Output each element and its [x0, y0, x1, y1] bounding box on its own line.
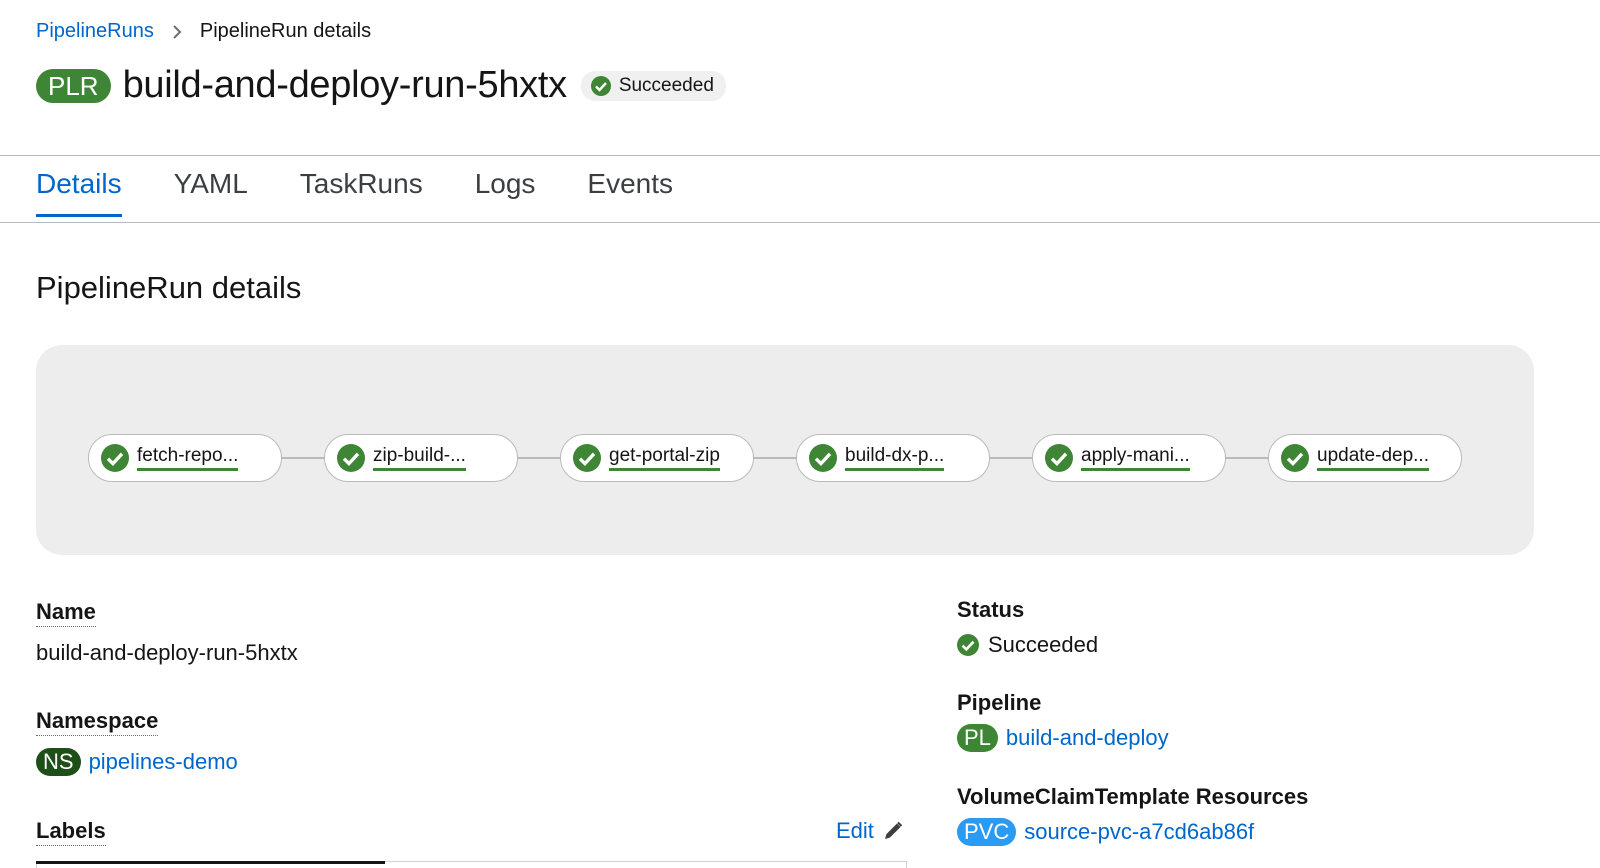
breadcrumb: PipelineRuns PipelineRun details: [36, 20, 371, 43]
vct-value: PVC source-pvc-a7cd6ab86f: [957, 818, 1254, 846]
edit-label: Edit: [836, 818, 874, 843]
breadcrumb-current: PipelineRun details: [199, 20, 372, 42]
tab-taskruns[interactable]: TaskRuns: [300, 168, 423, 217]
pipeline-task-list: fetch-repo... zip-build-... get-portal-z…: [88, 434, 1462, 482]
name-value: build-and-deploy-run-5hxtx: [36, 640, 298, 665]
status-label: Status: [957, 597, 1025, 622]
check-circle-icon: [957, 634, 979, 656]
namespace-label: Namespace: [36, 708, 159, 736]
status-badge-label: Succeeded: [618, 74, 714, 96]
divider: [0, 155, 1600, 156]
namespace-link[interactable]: pipelines-demo: [89, 749, 238, 775]
task-node-label: get-portal-zip: [609, 445, 720, 471]
status-text: Succeeded: [988, 632, 1099, 657]
check-circle-icon: [809, 444, 837, 472]
pipeline-graph: fetch-repo... zip-build-... get-portal-z…: [36, 345, 1534, 555]
section-title: PipelineRun details: [36, 270, 302, 305]
task-node-label: zip-build-...: [373, 445, 466, 471]
pipeline-value: PL build-and-deploy: [957, 724, 1169, 752]
page-title: build-and-deploy-run-5hxtx: [122, 64, 568, 106]
task-connector: [1226, 457, 1268, 459]
pencil-icon: [884, 821, 903, 839]
task-node-label: fetch-repo...: [137, 445, 239, 471]
labels-input-accent: [36, 861, 385, 864]
check-circle-icon: [573, 444, 601, 472]
namespace-badge: NS: [36, 748, 81, 776]
pvc-badge: PVC: [957, 818, 1017, 846]
pipeline-link[interactable]: build-and-deploy: [1006, 725, 1169, 751]
task-node-label: update-dep...: [1317, 445, 1429, 471]
task-node-update-deployment[interactable]: update-dep...: [1268, 434, 1462, 482]
tab-events[interactable]: Events: [587, 168, 673, 217]
check-circle-icon: [337, 444, 365, 472]
task-node-zip-build[interactable]: zip-build-...: [324, 434, 518, 482]
task-node-label: apply-mani...: [1081, 445, 1190, 471]
labels-label: Labels: [36, 818, 106, 846]
task-node-get-portal-zip[interactable]: get-portal-zip: [560, 434, 754, 482]
task-node-build-dx[interactable]: build-dx-p...: [796, 434, 990, 482]
tab-yaml[interactable]: YAML: [174, 168, 248, 217]
status-badge: Succeeded: [580, 70, 726, 101]
breadcrumb-pipelineruns-link[interactable]: PipelineRuns: [36, 20, 154, 43]
task-connector: [518, 457, 560, 459]
check-circle-icon: [101, 444, 129, 472]
task-connector: [282, 457, 324, 459]
check-circle-icon: [1281, 444, 1309, 472]
check-circle-icon: [590, 75, 611, 96]
task-node-label: build-dx-p...: [845, 445, 945, 471]
edit-labels-button[interactable]: Edit: [836, 818, 904, 844]
vct-label: VolumeClaimTemplate Resources: [957, 784, 1309, 809]
task-connector: [990, 457, 1032, 459]
divider: [0, 222, 1600, 223]
tab-bar: Details YAML TaskRuns Logs Events: [36, 168, 725, 217]
namespace-value: NS pipelines-demo: [36, 748, 238, 776]
task-node-fetch-repo[interactable]: fetch-repo...: [88, 434, 282, 482]
tab-logs[interactable]: Logs: [475, 168, 536, 217]
name-label: Name: [36, 599, 96, 627]
pvc-link[interactable]: source-pvc-a7cd6ab86f: [1024, 819, 1254, 845]
tab-details[interactable]: Details: [36, 168, 122, 217]
pipeline-badge: PL: [957, 724, 998, 752]
pipeline-label: Pipeline: [957, 690, 1042, 715]
resource-badge: PLR: [36, 68, 111, 103]
task-connector: [754, 457, 796, 459]
status-value: Succeeded: [957, 632, 1098, 658]
task-node-apply-manifests[interactable]: apply-mani...: [1032, 434, 1226, 482]
page-header: PLR build-and-deploy-run-5hxtx Succeeded: [36, 64, 726, 107]
check-circle-icon: [1045, 444, 1073, 472]
chevron-right-icon: [172, 24, 182, 39]
